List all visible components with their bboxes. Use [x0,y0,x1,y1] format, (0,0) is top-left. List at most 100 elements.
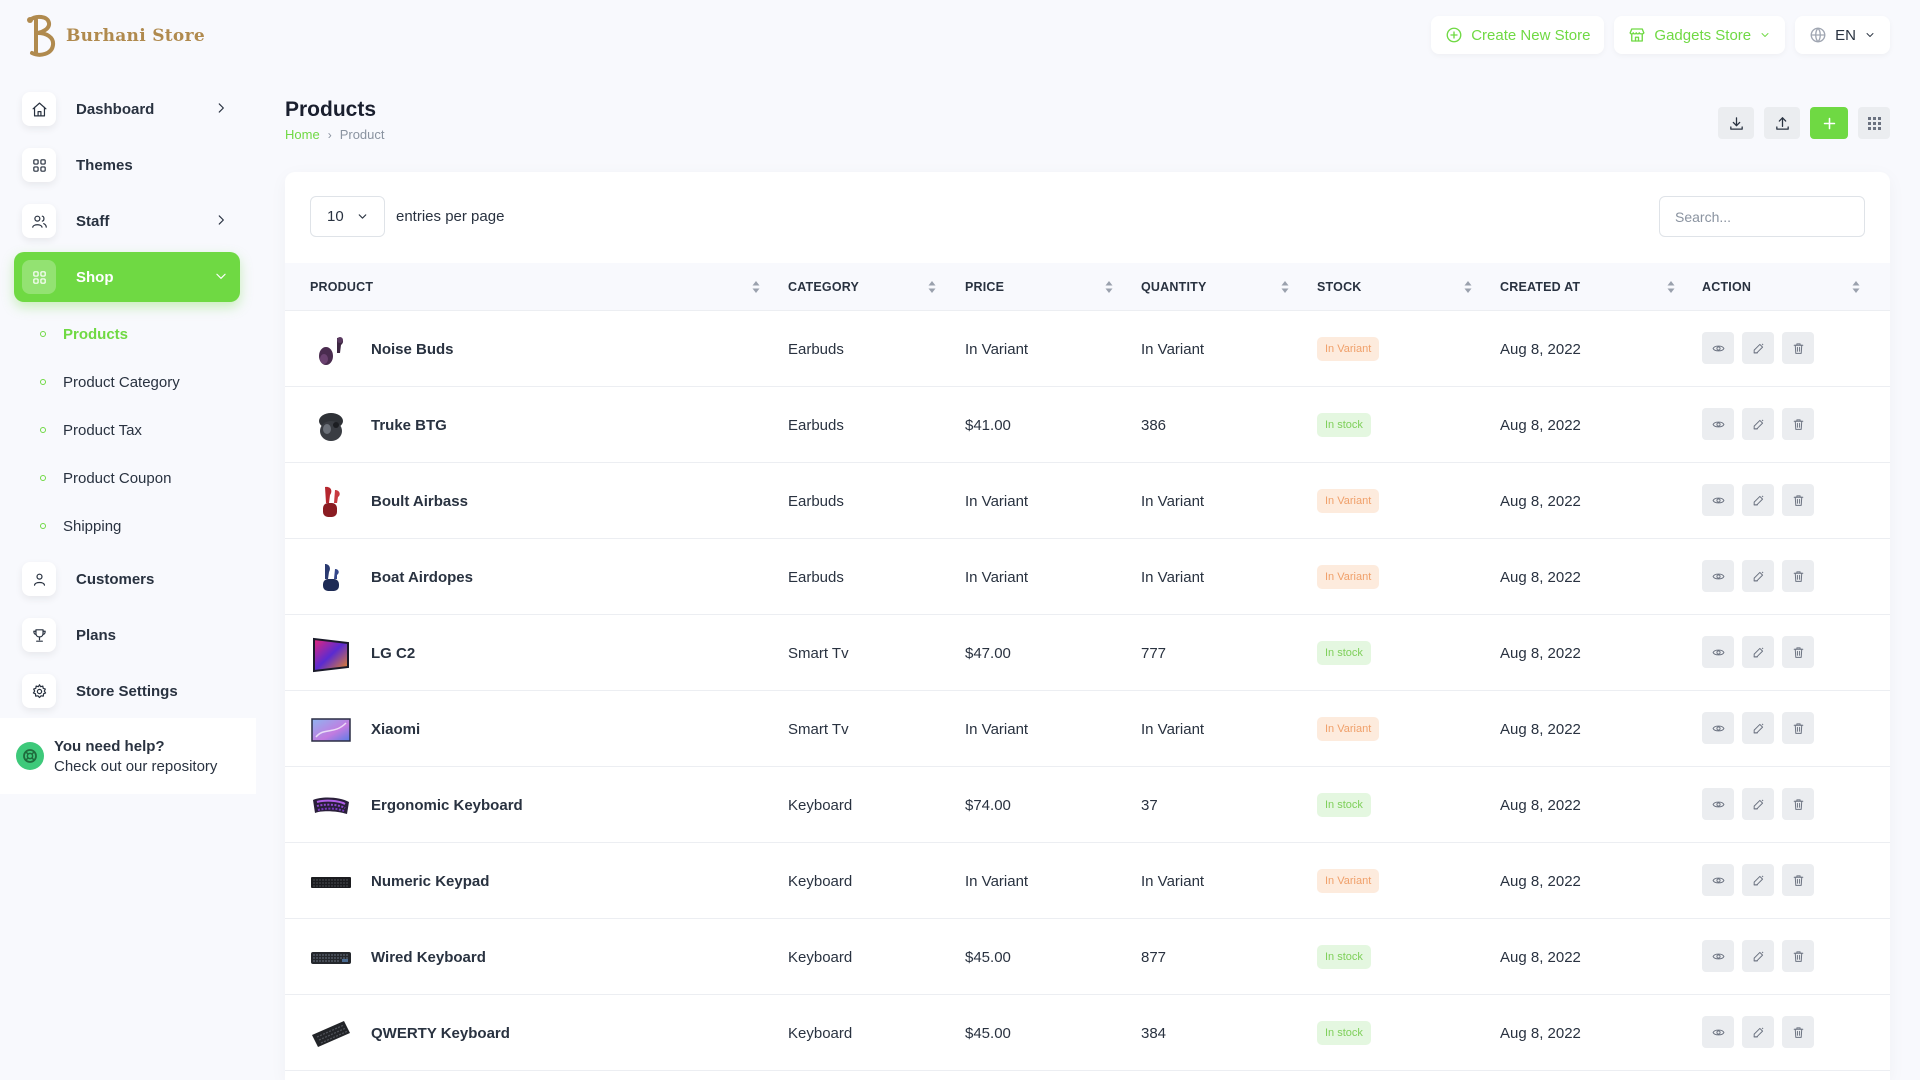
sidebar-item-dashboard[interactable]: Dashboard [14,84,240,134]
table-row[interactable]: Noise Buds Earbuds In Variant In Variant In … [285,311,1890,387]
chevron-down-icon [358,214,367,219]
sort-icon[interactable] [1852,280,1860,294]
edit-button[interactable] [1742,484,1774,516]
product-thumbnail[interactable] [310,937,352,979]
column-header[interactable]: CATEGORY [788,263,859,311]
chevron-right-icon [214,213,228,227]
delete-button[interactable] [1782,332,1814,364]
edit-button[interactable] [1742,940,1774,972]
view-button[interactable] [1702,864,1734,896]
grid-view-button[interactable] [1858,107,1890,139]
product-thumbnail[interactable] [310,1013,352,1055]
per-page-select[interactable]: 10 [310,196,385,237]
sidebar-item-staff[interactable]: Staff [14,196,240,246]
view-button[interactable] [1702,408,1734,440]
sort-icon[interactable] [752,280,760,294]
brand-logo[interactable]: Burhani Store [22,14,205,58]
sidebar-subitem-product-coupon[interactable]: Product Coupon [14,454,240,502]
delete-button[interactable] [1782,864,1814,896]
language-selector[interactable]: EN [1795,16,1890,54]
sort-icon[interactable] [928,280,936,294]
table-row[interactable]: Truke BTG Earbuds $41.00 386 In stock Aug 8, … [285,387,1890,463]
edit-button[interactable] [1742,636,1774,668]
delete-button[interactable] [1782,408,1814,440]
column-header[interactable]: PRODUCT [310,263,373,311]
sort-icon[interactable] [1105,280,1113,294]
product-thumbnail[interactable] [310,329,352,371]
delete-button[interactable] [1782,788,1814,820]
edit-button[interactable] [1742,864,1774,896]
store-selector[interactable]: Gadgets Store [1614,16,1786,54]
import-button[interactable] [1764,107,1800,139]
view-button[interactable] [1702,332,1734,364]
product-thumbnail[interactable] [310,557,352,599]
sort-icon[interactable] [1667,280,1675,294]
sidebar-subitem-label: Product Tax [63,421,142,439]
help-card[interactable]: You need help? Check out our repository [0,718,256,794]
sidebar-subitem-products[interactable]: Products [14,310,240,358]
delete-button[interactable] [1782,484,1814,516]
table-row[interactable]: Xiaomi Smart Tv In Variant In Variant In Var… [285,691,1890,767]
product-thumbnail[interactable] [310,405,352,447]
product-thumbnail[interactable] [310,709,352,751]
column-header[interactable]: STOCK [1317,263,1362,311]
table-row[interactable]: Boat Airdopes Earbuds In Variant In Variant… [285,539,1890,615]
edit-button[interactable] [1742,560,1774,592]
view-button[interactable] [1702,788,1734,820]
status-badge: In stock [1317,413,1371,437]
edit-icon [1753,875,1763,885]
view-button[interactable] [1702,940,1734,972]
sidebar-item-shop[interactable]: Shop [14,252,240,302]
table-row[interactable]: Ergonomic Keyboard Keyboard $74.00 37 In sto… [285,767,1890,843]
delete-button[interactable] [1782,712,1814,744]
view-button[interactable] [1702,560,1734,592]
edit-button[interactable] [1742,1016,1774,1048]
product-price: In Variant [965,340,1029,358]
table-row[interactable]: Boult Airbass Earbuds In Variant In Variant… [285,463,1890,539]
sort-icon[interactable] [1281,280,1289,294]
product-thumbnail[interactable] [310,481,352,523]
view-button[interactable] [1702,484,1734,516]
column-header[interactable]: QUANTITY [1141,263,1207,311]
view-button[interactable] [1702,636,1734,668]
table-row[interactable]: LG C2 Smart Tv $47.00 777 In stock Aug 8, 202… [285,615,1890,691]
sidebar-item-themes[interactable]: Themes [14,140,240,190]
breadcrumb-home-link[interactable]: Home [285,127,320,142]
delete-button[interactable] [1782,636,1814,668]
stock-cell: In Variant [1317,843,1380,919]
sidebar-item-store-settings[interactable]: Store Settings [14,666,240,716]
export-button[interactable] [1718,107,1754,139]
column-header[interactable]: ACTION [1702,263,1751,311]
edit-button[interactable] [1742,408,1774,440]
table-row[interactable]: QWERTY Keyboard Keyboard $45.00 384 In stock… [285,995,1890,1071]
edit-button[interactable] [1742,788,1774,820]
search-input[interactable] [1659,196,1865,237]
view-button[interactable] [1702,712,1734,744]
sidebar-subitem-product-tax[interactable]: Product Tax [14,406,240,454]
sidebar-item-customers[interactable]: Customers [14,554,240,604]
trash-icon [1793,722,1803,734]
stock-cell: In Variant [1317,311,1380,387]
product-category: Earbuds [788,492,844,510]
product-thumbnail[interactable] [310,861,352,903]
product-thumbnail[interactable] [310,633,352,675]
table-row[interactable]: Wired Keyboard Keyboard $45.00 877 In stock A… [285,919,1890,995]
sidebar-item-plans[interactable]: Plans [14,610,240,660]
delete-button[interactable] [1782,940,1814,972]
column-header[interactable]: CREATED AT [1500,263,1580,311]
product-thumbnail[interactable] [310,785,352,827]
sidebar-subitem-shipping[interactable]: Shipping [14,502,240,550]
delete-button[interactable] [1782,560,1814,592]
sort-icon[interactable] [1464,280,1472,294]
table-row[interactable]: Numeric Keypad Keyboard In Variant In Varia… [285,843,1890,919]
create-store-button[interactable]: Create New Store [1431,16,1605,54]
delete-button[interactable] [1782,1016,1814,1048]
sidebar-subitem-product-category[interactable]: Product Category [14,358,240,406]
add-product-button[interactable] [1810,107,1848,139]
edit-button[interactable] [1742,712,1774,744]
edit-icon [1753,1027,1763,1037]
column-header[interactable]: PRICE [965,263,1004,311]
row-actions [1702,712,1814,744]
view-button[interactable] [1702,1016,1734,1048]
edit-button[interactable] [1742,332,1774,364]
